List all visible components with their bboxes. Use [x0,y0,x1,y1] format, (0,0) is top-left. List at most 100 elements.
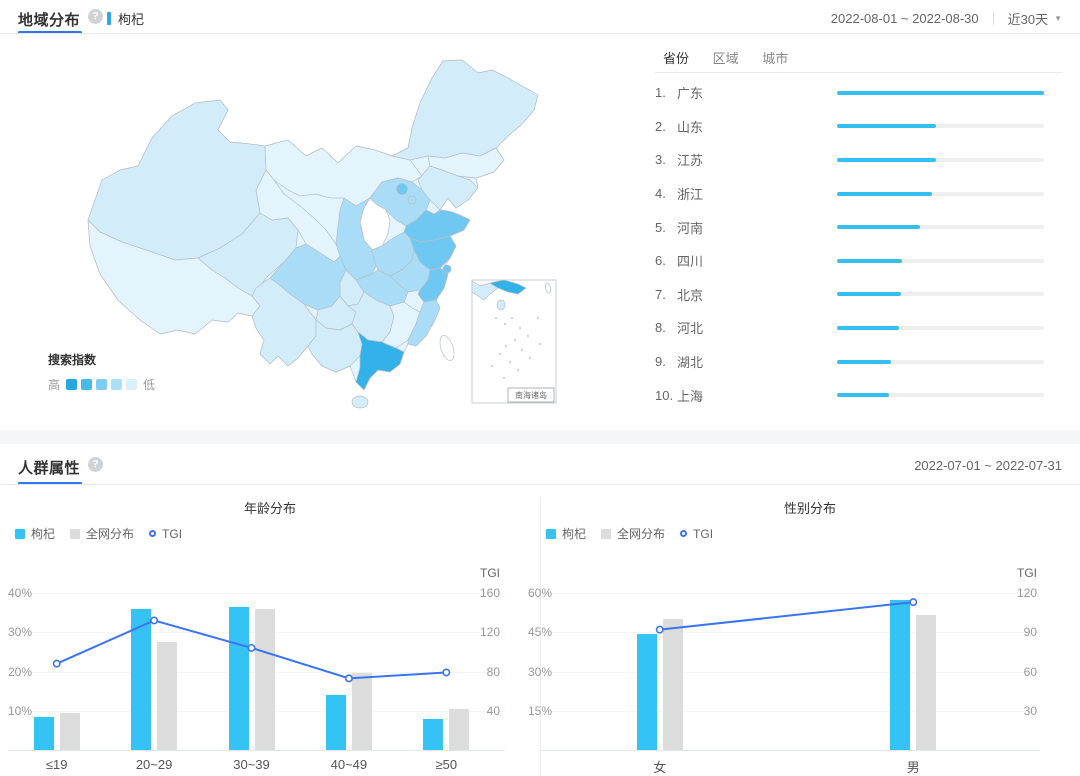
province-hainan[interactable] [352,396,368,408]
right-axis-tick: 90 [997,625,1037,639]
bar-枸杞-≥50[interactable] [423,719,443,750]
region-rank-list: 1.广东2.山东3.江苏4.浙江5.河南6.四川7.北京8.河北9.湖北10.上… [655,76,1062,412]
demographics-date-range-wrap: 2022-07-01 ~ 2022-07-31 [914,458,1062,473]
rank-row-河南[interactable]: 5.河南 [655,210,1062,244]
chart-legend: 枸杞全网分布 TGI [15,525,182,542]
rank-row-湖北[interactable]: 9.湖北 [655,345,1062,379]
rank-row-浙江[interactable]: 4.浙江 [655,177,1062,211]
left-axis-tick: 60% [512,586,552,600]
bar-全网分布-≥50[interactable] [449,709,469,750]
tgi-point-20~29[interactable] [151,617,157,623]
time-range-value: 近30天 [1008,9,1048,28]
gridline [540,672,1040,673]
map-legend: 搜索指数 高 低 [48,351,155,393]
province-beijing[interactable] [397,184,408,195]
rank-row-四川[interactable]: 6.四川 [655,244,1062,278]
map-scale-swatch-3 [111,379,122,390]
legend-item-枸杞[interactable]: 枸杞 [15,525,55,542]
tgi-point-≤19[interactable] [54,660,60,666]
gender-distribution-chart: 性别分布枸杞全网分布TGI15%3030%6045%9060%120TGI女男 [540,495,1080,776]
legend-label: 枸杞 [562,525,586,542]
rank-province-name: 上海 [677,386,837,405]
right-axis-tick: 80 [460,665,500,679]
bar-枸杞-≤19[interactable] [34,717,54,750]
bar-全网分布-≤19[interactable] [60,713,80,750]
demographics-section-title: 人群属性 [18,457,80,478]
province-taiwan[interactable] [437,334,456,362]
left-axis-tick: 45% [512,625,552,639]
rank-bar-track [837,360,1044,364]
keyword-label: 枸杞 [118,9,144,28]
legend-item-全网分布[interactable]: 全网分布 [70,525,134,542]
tab-province[interactable]: 省份 [663,48,689,67]
bar-枸杞-男[interactable] [890,600,910,750]
tab-city[interactable]: 城市 [762,48,788,67]
map-scale-swatches [66,379,141,390]
right-axis-tick: 120 [460,625,500,639]
legend-square-icon [15,529,25,539]
map-legend-title: 搜索指数 [48,351,155,368]
help-icon[interactable]: ? [88,9,103,24]
rank-row-山东[interactable]: 2.山东 [655,110,1062,144]
bar-全网分布-40~49[interactable] [352,673,372,750]
tab-region[interactable]: 区域 [713,48,739,67]
legend-label: 全网分布 [617,525,665,542]
rank-bar-fill [837,225,920,229]
region-date-controls: 2022-08-01 ~ 2022-08-30 近30天 ▼ [831,9,1062,28]
help-icon[interactable]: ? [88,457,103,472]
tgi-line [660,602,914,629]
rank-province-name: 山东 [677,117,837,136]
gridline [540,632,1040,633]
bar-全网分布-男[interactable] [916,615,936,750]
gridline [8,593,505,594]
map-scale-swatch-0 [66,379,77,390]
bar-枸杞-40~49[interactable] [326,695,346,750]
legend-item-全网分布[interactable]: 全网分布 [601,525,665,542]
chart-legend: 枸杞 全网分布 TGI [546,525,713,542]
axis-baseline [8,750,505,751]
rank-province-name: 江苏 [677,150,837,169]
rank-row-上海[interactable]: 10.上海 [655,378,1062,412]
category-label: 40~49 [304,757,394,772]
right-axis-tick: 160 [460,586,500,600]
left-axis-tick: 30% [512,665,552,679]
legend-item-枸杞[interactable]: 枸杞 [546,525,586,542]
bar-枸杞-20~29[interactable] [131,609,151,750]
province-heilongjiang[interactable] [392,60,538,160]
keyword-legend: 枸杞 [107,9,144,28]
bar-枸杞-30~39[interactable] [229,607,249,750]
rank-number: 2. [655,119,677,134]
rank-row-河北[interactable]: 8.河北 [655,311,1062,345]
bar-全网分布-30~39[interactable] [255,609,275,750]
rank-bar-track [837,225,1044,229]
rank-number: 7. [655,287,677,302]
bar-全网分布-20~29[interactable] [157,642,177,750]
axis-baseline [540,750,1040,751]
rank-bar-fill [837,326,899,330]
legend-circle-icon [149,530,156,537]
bar-全网分布-女[interactable] [663,619,683,750]
rank-bar-track [837,91,1044,95]
bar-枸杞-女[interactable] [637,634,657,750]
tgi-point-男[interactable] [910,599,916,605]
tgi-line [57,620,447,678]
rank-row-广东[interactable]: 1.广东 [655,76,1062,110]
rank-number: 1. [655,85,677,100]
legend-item-TGI[interactable]: TGI [680,527,713,541]
section-separator [0,430,1080,444]
category-label: 男 [868,757,958,776]
rank-number: 5. [655,220,677,235]
province-shanghai[interactable] [443,265,451,273]
region-date-range: 2022-08-01 ~ 2022-08-30 [831,11,979,26]
rank-row-江苏[interactable]: 3.江苏 [655,143,1062,177]
right-axis-tick: 30 [997,704,1037,718]
rank-bar-track [837,192,1044,196]
rank-bar-fill [837,124,936,128]
rank-row-北京[interactable]: 7.北京 [655,278,1062,312]
rank-province-name: 四川 [677,251,837,270]
time-range-dropdown[interactable]: 近30天 ▼ [1008,9,1062,28]
region-section-title: 地域分布 [18,9,80,30]
legend-item-TGI[interactable]: TGI [149,527,182,541]
province-tianjin[interactable] [408,196,416,204]
left-axis-tick: 20% [8,665,48,679]
